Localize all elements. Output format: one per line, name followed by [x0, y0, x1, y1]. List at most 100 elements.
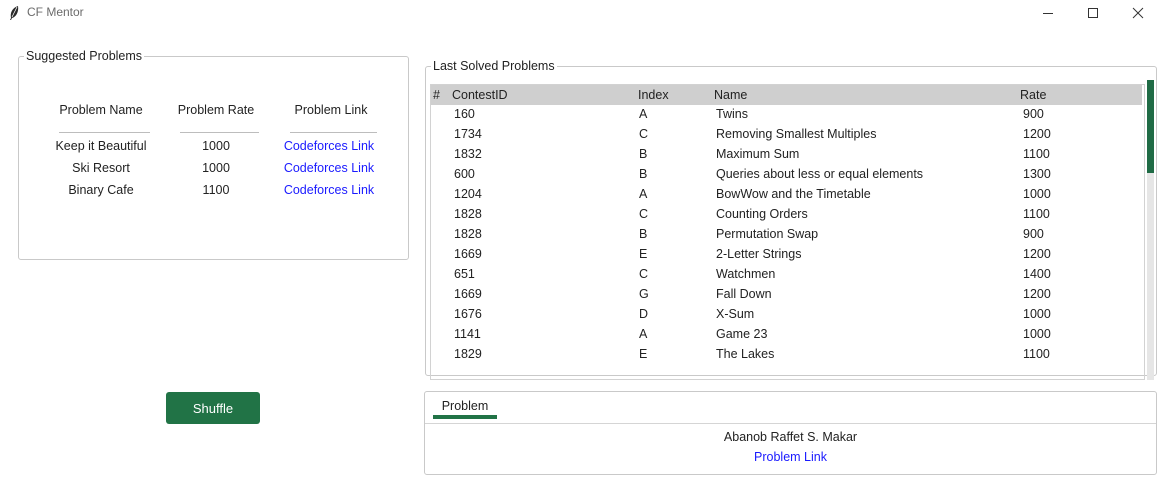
cell-contest-id: 1829 — [454, 347, 482, 361]
maximize-icon — [1088, 8, 1098, 18]
codeforces-link[interactable]: Codeforces Link — [274, 161, 384, 175]
cell-rate: 1000 — [1023, 327, 1051, 341]
cell-rate: 1100 — [1023, 207, 1050, 221]
cell-rate: 1100 — [1023, 347, 1050, 361]
cell-index: E — [639, 347, 648, 361]
feather-icon — [10, 6, 19, 20]
last-solved-panel: Last Solved Problems # ContestID Index N… — [425, 59, 1157, 380]
cell-contest-id: 1676 — [454, 307, 482, 321]
table-row[interactable]: 1669 G Fall Down 1200 — [431, 285, 1142, 305]
scrollbar[interactable] — [1147, 80, 1154, 380]
cell-contest-id: 651 — [454, 267, 475, 281]
cell-name: X-Sum — [716, 307, 755, 321]
maximize-button[interactable] — [1070, 0, 1116, 26]
cell-name: Permutation Swap — [716, 227, 819, 241]
cell-contest-id: 1832 — [454, 147, 482, 161]
header-problem-rate: Problem Rate — [177, 103, 255, 117]
cell-rate: 1000 — [1023, 307, 1051, 321]
cell-rate: 1400 — [1023, 267, 1051, 281]
table-row[interactable]: 1828 B Permutation Swap 900 — [431, 225, 1142, 245]
cell-rate: 1200 — [1023, 287, 1051, 301]
column-header-contest-id[interactable]: ContestID — [452, 88, 508, 102]
cell-name: Removing Smallest Multiples — [716, 127, 877, 141]
suggested-rate: 1000 — [202, 161, 230, 175]
problem-link[interactable]: Problem Link — [425, 450, 1156, 464]
cell-contest-id: 1669 — [454, 287, 482, 301]
column-header-hash[interactable]: # — [433, 88, 440, 102]
cell-name: Game 23 — [716, 327, 768, 341]
header-problem-name: Problem Name — [59, 103, 143, 117]
codeforces-link[interactable]: Codeforces Link — [274, 183, 384, 197]
cell-index: G — [639, 287, 649, 301]
header-divider — [180, 132, 259, 133]
suggested-name: Ski Resort — [72, 161, 130, 175]
cell-contest-id: 1734 — [454, 127, 482, 141]
table-row[interactable]: 160 A Twins 900 — [431, 105, 1142, 125]
cell-index: A — [639, 187, 648, 201]
table-row[interactable]: 651 C Watchmen 1400 — [431, 265, 1142, 285]
author-name: Abanob Raffet S. Makar — [723, 430, 858, 444]
cell-index: B — [639, 167, 648, 181]
shuffle-button[interactable]: Shuffle — [166, 392, 260, 424]
column-header-index[interactable]: Index — [638, 88, 669, 102]
cell-index: E — [639, 247, 648, 261]
cell-contest-id: 1204 — [454, 187, 482, 201]
cell-name: 2-Letter Strings — [716, 247, 802, 261]
suggested-problems-panel: Suggested Problems Problem Name Problem … — [18, 49, 409, 260]
header-divider — [290, 132, 377, 133]
cell-name: Twins — [716, 107, 748, 121]
header-problem-link: Problem Link — [294, 103, 368, 117]
table-row[interactable]: 600 B Queries about less or equal elements… — [431, 165, 1142, 185]
cell-name: Counting Orders — [716, 207, 808, 221]
last-solved-legend: Last Solved Problems — [433, 59, 555, 73]
cell-rate: 1100 — [1023, 147, 1050, 161]
minimize-button[interactable] — [1025, 0, 1071, 26]
table-row[interactable]: 1204 A BowWow and the Timetable 1000 — [431, 185, 1142, 205]
scrollbar-thumb[interactable] — [1147, 80, 1154, 173]
table-row[interactable]: 1669 E 2-Letter Strings 1200 — [431, 245, 1142, 265]
cell-index: A — [639, 327, 648, 341]
cell-name: BowWow and the Timetable — [716, 187, 871, 201]
table-row[interactable]: 1734 C Removing Smallest Multiples 1200 — [431, 125, 1142, 145]
minimize-icon — [1043, 13, 1053, 14]
cell-name: The Lakes — [716, 347, 775, 361]
cell-index: C — [639, 267, 649, 281]
cell-rate: 900 — [1023, 227, 1044, 241]
cell-index: B — [639, 147, 648, 161]
table-row[interactable]: 1829 E The Lakes 1100 — [431, 345, 1142, 365]
suggested-problems-legend: Suggested Problems — [26, 49, 143, 63]
cell-rate: 1000 — [1023, 187, 1051, 201]
column-header-name[interactable]: Name — [714, 88, 747, 102]
suggested-rate: 1000 — [202, 139, 230, 153]
table-row[interactable]: 1832 B Maximum Sum 1100 — [431, 145, 1142, 165]
codeforces-link[interactable]: Codeforces Link — [274, 139, 384, 153]
window-title: CF Mentor — [27, 5, 84, 19]
close-icon — [1132, 7, 1144, 19]
title-bar: CF Mentor — [0, 0, 1162, 26]
cell-rate: 1200 — [1023, 127, 1051, 141]
cell-name: Watchmen — [716, 267, 776, 281]
cell-contest-id: 1828 — [454, 207, 482, 221]
cell-index: D — [639, 307, 649, 321]
header-divider — [59, 132, 150, 133]
table-row[interactable]: 1828 C Counting Orders 1100 — [431, 205, 1142, 225]
suggested-name: Keep it Beautiful — [55, 139, 147, 153]
suggested-rate: 1100 — [202, 183, 230, 197]
table-header: # ContestID Index Name Rate — [431, 85, 1142, 105]
close-button[interactable] — [1115, 0, 1161, 26]
cell-name: Fall Down — [716, 287, 772, 301]
cell-index: C — [639, 207, 649, 221]
cell-contest-id: 1141 — [454, 327, 481, 341]
table-row[interactable]: 1141 A Game 23 1000 — [431, 325, 1142, 345]
suggested-name: Binary Cafe — [68, 183, 134, 197]
cell-contest-id: 1828 — [454, 227, 482, 241]
column-header-rate[interactable]: Rate — [1020, 88, 1046, 102]
problem-panel: Problem Abanob Raffet S. Makar Problem L… — [424, 391, 1157, 475]
cell-name: Queries about less or equal elements — [716, 167, 924, 181]
divider — [425, 423, 1156, 424]
table-row[interactable]: 1676 D X-Sum 1000 — [431, 305, 1142, 325]
cell-index: C — [639, 127, 649, 141]
solved-table[interactable]: # ContestID Index Name Rate 160 A Twins 900… — [430, 84, 1145, 380]
cell-index: B — [639, 227, 648, 241]
cell-name: Maximum Sum — [716, 147, 800, 161]
